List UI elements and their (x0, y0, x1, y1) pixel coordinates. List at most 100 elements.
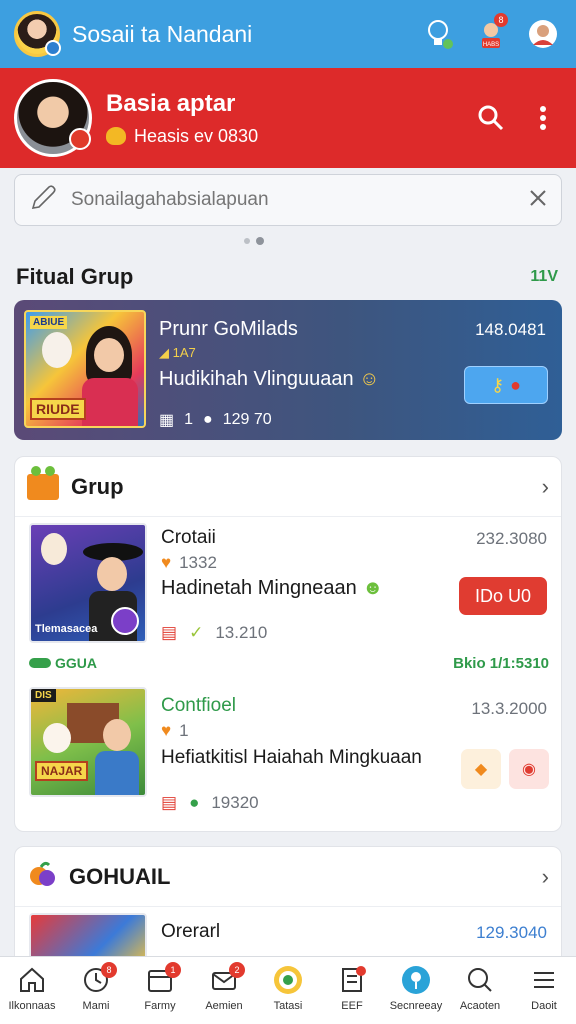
featured-description-text: Hudikihah Vlinguuaan (159, 368, 354, 390)
tag-button[interactable]: ◆ (461, 749, 501, 789)
calendar-icon: ▤ (161, 623, 178, 642)
nav-badge-farmy: 1 (165, 962, 181, 978)
featured-section-title: Fitual Grup (16, 264, 134, 289)
profile-avatar[interactable] (14, 79, 92, 157)
group-thumb-corner-2: DIS (31, 689, 56, 702)
group-rank-1: ♥ 1332 (161, 553, 217, 573)
more-options-icon[interactable] (524, 99, 562, 137)
lightbulb-icon[interactable] (420, 15, 458, 53)
divider-left-label: GGUA (55, 655, 97, 671)
verified-badge-icon (45, 40, 61, 56)
camera-icon (274, 966, 302, 994)
group-thumb-label-1: Tlemasacea (35, 623, 98, 635)
location-icon (402, 966, 430, 994)
nav-item-farmy[interactable]: 1 Farmy (128, 957, 192, 1024)
chevron-right-icon[interactable]: › (542, 864, 549, 890)
nav-badge-aemien: 2 (229, 962, 245, 978)
group-name-2: Contfioel (161, 695, 236, 716)
nav-label-farmy: Farmy (144, 1000, 176, 1012)
nav-label-eef: EEF (341, 1000, 363, 1012)
check-icon: ✓ (189, 623, 204, 642)
featured-meta: ▦ 1 ● 129 70 (159, 410, 272, 430)
group-card: Grup › Tlemasacea Crotaii 232.3080 ♥ 1332… (14, 456, 562, 832)
location-pin-icon: ● (203, 411, 213, 428)
emoji-icon: ☻ (362, 577, 384, 599)
group-description-2: Hefiatkitisl Haiahah Mingkuaan (161, 747, 422, 768)
featured-action-button[interactable]: ⚷ ● (464, 366, 548, 404)
profile-subtitle: Heasis ev 0830 (134, 125, 259, 146)
close-icon[interactable] (529, 189, 547, 212)
top-app-bar: Sosaii ta Nandani HABS 8 (0, 0, 576, 68)
key-icon: ⚷ (490, 374, 505, 395)
page-indicator (244, 237, 264, 245)
group-card-title: Grup (71, 473, 124, 499)
alert-button[interactable]: ◉ (509, 749, 549, 789)
nav-label-tatasi: Tatasi (273, 1000, 303, 1012)
search-icon[interactable] (472, 99, 510, 137)
featured-description: Hudikihah Vlinguuaan ☺ (159, 368, 380, 391)
user-avatar[interactable] (14, 11, 61, 57)
second-card-title: GOHUAIL (69, 863, 171, 889)
chevron-right-icon[interactable]: › (542, 474, 549, 500)
group-card-header[interactable]: Grup › (15, 457, 561, 517)
bottom-navigation: Ilkonnaas 8 Mami 1 Farmy 2 Aemien Tatasi… (0, 956, 576, 1024)
join-button[interactable]: IDo U0 (459, 577, 547, 615)
home-icon (20, 967, 44, 992)
group-description-1: Hadinetah Mingneaan ☻ (161, 577, 383, 600)
document-icon (342, 966, 366, 992)
heart-icon: ♥ (161, 553, 172, 572)
nav-label-secnreeay: Secnreeay (389, 1000, 443, 1012)
box-icon (27, 465, 59, 500)
thumb-corner-label: ABIUE (30, 316, 68, 329)
location-pin-icon: ● (189, 793, 200, 812)
nav-item-daoit[interactable]: Daoit (512, 957, 576, 1024)
group-meta-1: ▤ ✓ 13.210 (161, 623, 267, 643)
nav-item-acaoten[interactable]: Acaoten (448, 957, 512, 1024)
group-number-1: 232.3080 (476, 529, 547, 548)
featured-number: 148.0481 (475, 320, 546, 339)
group-name-1: Crotaii (161, 527, 216, 548)
nav-item-home[interactable]: Ilkonnaas (0, 957, 64, 1024)
group-meta-2: ▤ ● 19320 (161, 793, 259, 813)
nav-badge-mami: 8 (101, 962, 117, 978)
gift-badge-label: HABS (483, 42, 499, 48)
featured-group-card[interactable]: ABIUE RIUDE Prunr GoMilads 148.0481 ◢ 1A… (14, 300, 562, 440)
group-thumbnail-2[interactable]: DIS NAJAR (29, 687, 147, 797)
reaction-icon: ● (510, 374, 522, 395)
featured-count: 11V (530, 268, 558, 285)
notification-badge: 8 (494, 13, 508, 27)
group-rank-value-2: 1 (179, 721, 189, 740)
nav-item-secnreeay[interactable]: Secnreeay (384, 957, 448, 1024)
nav-item-mami[interactable]: 8 Mami (64, 957, 128, 1024)
nav-label-daoit: Daoit (531, 1000, 557, 1012)
gift-icon[interactable]: HABS 8 (472, 13, 510, 53)
calendar-icon: ▤ (161, 793, 178, 812)
tag-icon: ◆ (474, 761, 488, 778)
featured-thumbnail: ABIUE RIUDE (24, 310, 146, 428)
status-badge (69, 128, 91, 150)
heart-icon: ♥ (161, 721, 172, 740)
featured-rank-value: 1A7 (172, 345, 196, 360)
alert-icon: ◉ (522, 761, 536, 778)
divider-right-label: Bkio 1/1:5310 (453, 655, 549, 672)
group-meta-value-1: 13.210 (215, 623, 268, 642)
profile-icon[interactable] (524, 15, 562, 53)
nav-label-home: Ilkonnaas (8, 1000, 56, 1012)
heart-icon (106, 127, 126, 145)
thumb-label: RIUDE (30, 398, 86, 420)
search-input[interactable] (71, 189, 529, 211)
group-thumbnail-1[interactable]: Tlemasacea (29, 523, 147, 643)
group-divider-row: GGUA Bkio 1/1:5310 (29, 655, 549, 673)
second-item-name: Orerarl (161, 921, 221, 942)
featured-name: Prunr GoMilads (159, 318, 298, 340)
nav-item-eef[interactable]: EEF (320, 957, 384, 1024)
profile-header: Basia aptar Heasis ev 0830 (0, 68, 576, 168)
fruit-icon (27, 859, 57, 894)
app-title: Sosaii ta Nandani (72, 20, 253, 47)
group-thumb-label-2: NAJAR (35, 761, 89, 781)
menu-icon (534, 972, 554, 988)
calendar-icon: ▦ (159, 412, 175, 429)
nav-item-tatasi[interactable]: Tatasi (256, 957, 320, 1024)
nav-item-aemien[interactable]: 2 Aemien (192, 957, 256, 1024)
second-card-header[interactable]: GOHUAIL › (15, 847, 561, 907)
